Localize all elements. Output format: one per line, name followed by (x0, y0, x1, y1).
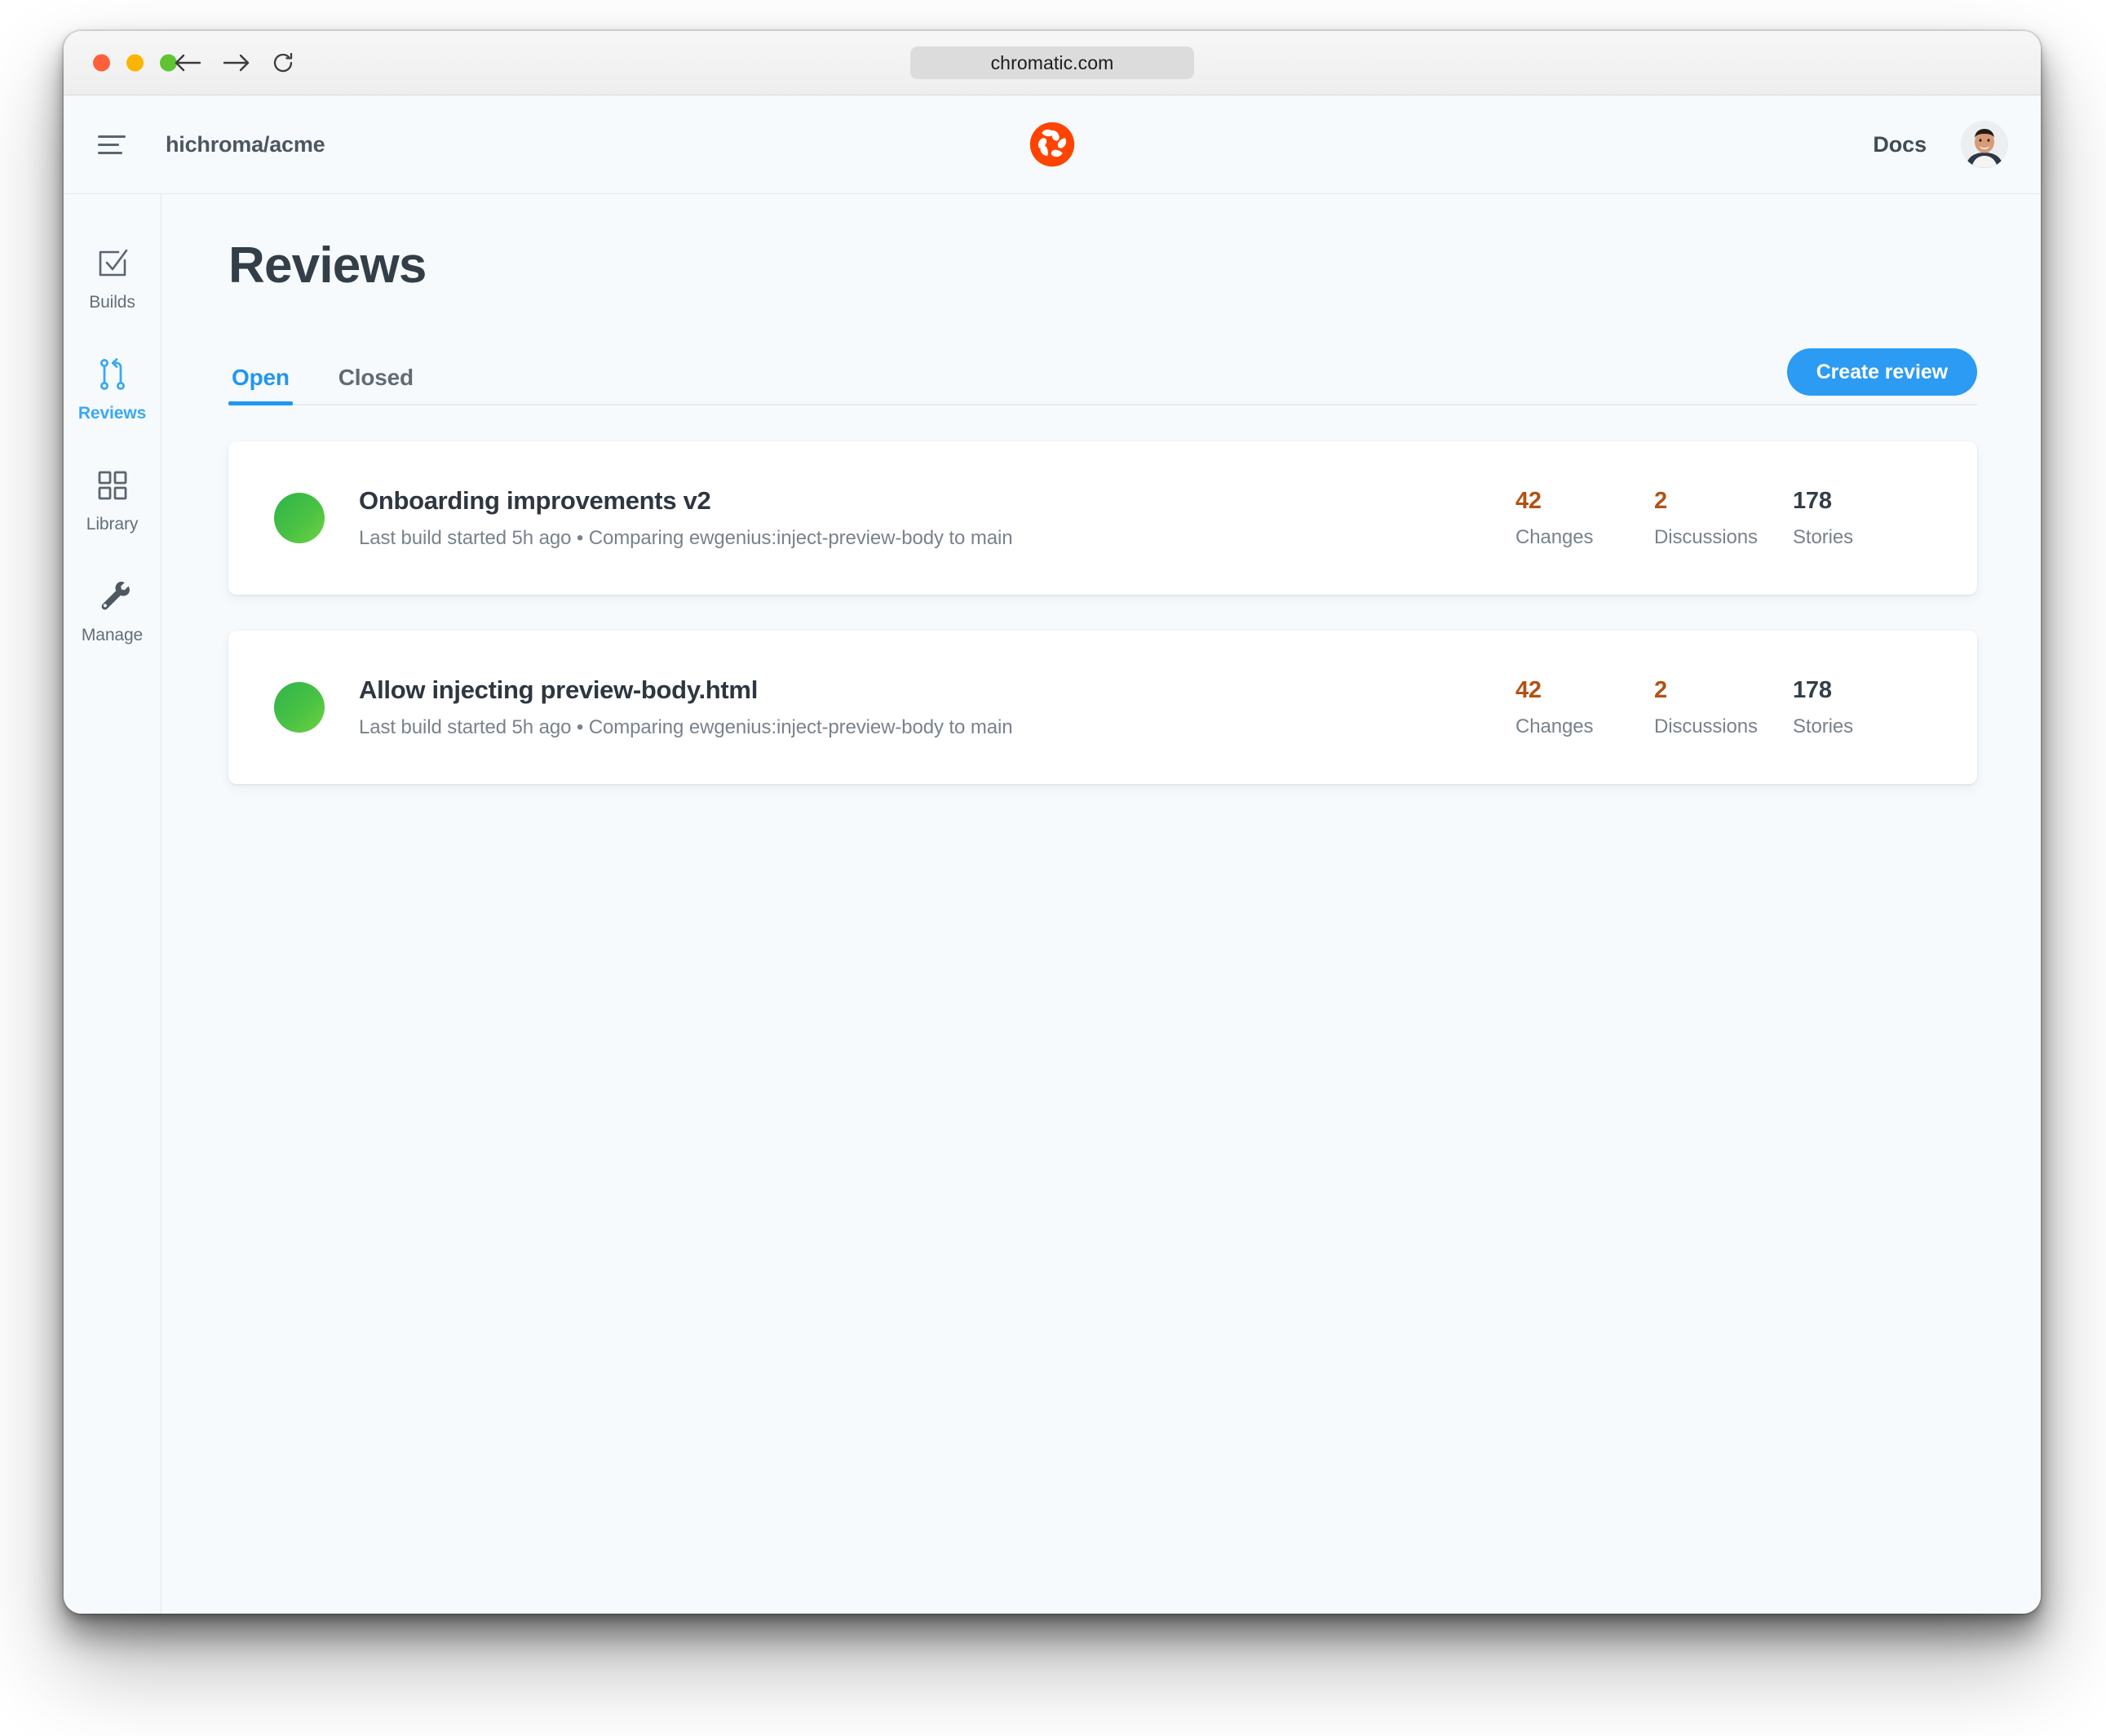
tab-closed[interactable]: Closed (316, 365, 440, 404)
sidebar-item-label: Reviews (77, 404, 147, 423)
reload-icon[interactable] (272, 51, 294, 74)
review-info: Onboarding improvements v2 Last build st… (359, 486, 1515, 550)
minimize-window-button[interactable] (126, 54, 144, 72)
sidebar: Builds Reviews Library Manage (64, 194, 161, 1614)
stat-label: Changes (1515, 525, 1594, 548)
sidebar-item-label: Library (86, 515, 139, 534)
main-content: Reviews Open Closed Create review Onboar… (161, 194, 2041, 1614)
review-title: Onboarding improvements v2 (359, 486, 711, 515)
browser-window: chromatic.com hichroma/acme Docs Builds … (64, 31, 2041, 1614)
stat-label: Stories (1793, 525, 1853, 548)
docs-link[interactable]: Docs (1873, 132, 1927, 157)
checkbox-check-icon (95, 246, 130, 281)
url-text: chromatic.com (990, 51, 1114, 73)
tabs-row: Open Closed Create review (228, 342, 1977, 405)
sidebar-item-label: Manage (81, 626, 144, 644)
tab-list: Open Closed (228, 342, 440, 405)
back-arrow-icon[interactable] (174, 52, 201, 73)
sidebar-item-library[interactable]: Library (64, 445, 161, 556)
review-stats: 42 Changes 2 Discussions 178 Stories (1515, 677, 1931, 738)
stat-stories: 178 Stories (1793, 677, 1931, 738)
stat-label: Changes (1515, 715, 1594, 737)
review-stats: 42 Changes 2 Discussions 178 Stories (1515, 488, 1931, 549)
header-right-group: Docs (1873, 121, 2008, 168)
navigation-buttons (174, 51, 294, 74)
review-row[interactable]: Allow injecting preview-body.html Last b… (228, 631, 1977, 784)
create-review-button[interactable]: Create review (1786, 348, 1977, 396)
stat-label: Discussions (1654, 525, 1758, 548)
sidebar-item-label: Builds (89, 293, 135, 312)
stat-discussions: 2 Discussions (1654, 488, 1793, 549)
review-title: Allow injecting preview-body.html (359, 675, 759, 704)
review-subtitle: Last build started 5h ago • Comparing ew… (359, 527, 1013, 549)
close-window-button[interactable] (93, 54, 110, 72)
review-subtitle: Last build started 5h ago • Comparing ew… (359, 716, 1013, 738)
address-bar[interactable]: chromatic.com (910, 46, 1194, 79)
stat-value: 42 (1515, 487, 1542, 514)
app-header: hichroma/acme Docs (64, 95, 2041, 194)
stat-value: 2 (1654, 487, 1667, 514)
stat-value: 42 (1515, 676, 1542, 703)
avatar[interactable] (1961, 121, 2008, 168)
stat-value: 178 (1793, 487, 1832, 514)
stat-value: 2 (1654, 676, 1667, 703)
page-title: Reviews (228, 237, 427, 294)
stat-label: Discussions (1654, 715, 1758, 737)
chromatic-logo-icon[interactable] (1029, 121, 1076, 168)
status-badge (274, 493, 325, 543)
wrench-icon (95, 578, 130, 614)
stat-value: 178 (1793, 676, 1832, 703)
stat-changes: 42 Changes (1515, 677, 1654, 738)
reviews-list: Onboarding improvements v2 Last build st… (228, 441, 1977, 784)
breadcrumb[interactable]: hichroma/acme (166, 132, 325, 157)
pull-request-icon (96, 356, 129, 392)
stat-changes: 42 Changes (1515, 488, 1654, 549)
screenshot-canvas: chromatic.com hichroma/acme Docs Builds … (0, 0, 2106, 1736)
status-badge (274, 682, 325, 733)
grid-squares-icon (96, 467, 129, 503)
browser-chrome: chromatic.com (64, 31, 2041, 95)
stat-label: Stories (1793, 715, 1853, 737)
hamburger-menu-icon[interactable] (98, 128, 131, 161)
review-row[interactable]: Onboarding improvements v2 Last build st… (228, 441, 1977, 595)
stat-discussions: 2 Discussions (1654, 677, 1793, 738)
review-info: Allow injecting preview-body.html Last b… (359, 675, 1515, 739)
stat-stories: 178 Stories (1793, 488, 1931, 549)
sidebar-item-builds[interactable]: Builds (64, 224, 161, 334)
app-body: Builds Reviews Library Manage Reviews Op… (64, 194, 2041, 1614)
forward-arrow-icon[interactable] (223, 52, 250, 73)
tab-open[interactable]: Open (228, 365, 316, 405)
sidebar-item-reviews[interactable]: Reviews (64, 334, 161, 445)
window-controls[interactable] (93, 54, 177, 72)
sidebar-item-manage[interactable]: Manage (64, 556, 161, 667)
